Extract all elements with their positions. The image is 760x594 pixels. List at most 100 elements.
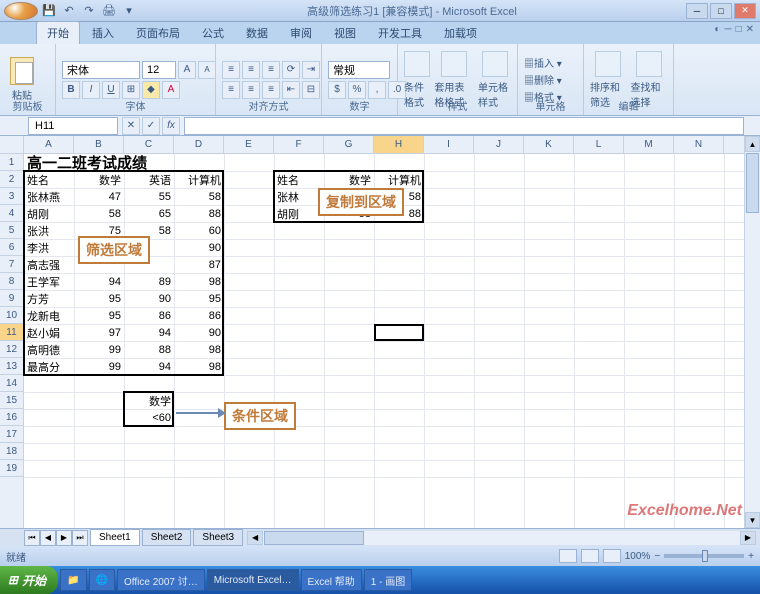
col-M[interactable]: M xyxy=(624,136,674,153)
t1-cell[interactable]: 95 xyxy=(174,290,224,307)
scroll-thumb-v[interactable] xyxy=(746,153,759,213)
t1-cell[interactable]: 高明德 xyxy=(24,341,74,358)
scroll-down[interactable]: ▼ xyxy=(745,512,760,528)
sheet-tab-2[interactable]: Sheet2 xyxy=(142,529,192,546)
tab-next[interactable]: ▶ xyxy=(56,530,72,546)
row-headers[interactable]: 12345678910111213141516171819 xyxy=(0,154,24,528)
row-4[interactable]: 4 xyxy=(0,205,23,222)
t1-cell[interactable]: 龙新电 xyxy=(24,307,74,324)
row-1[interactable]: 1 xyxy=(0,154,23,171)
t1-cell[interactable]: 87 xyxy=(174,256,224,273)
col-J[interactable]: J xyxy=(474,136,524,153)
t1-cell[interactable]: 58 xyxy=(74,205,124,222)
col-G[interactable]: G xyxy=(324,136,374,153)
criteria-hdr[interactable]: 数学 xyxy=(124,392,174,409)
font-size-combo[interactable]: 12 xyxy=(142,61,176,79)
tab-developer[interactable]: 开发工具 xyxy=(368,22,432,44)
help-icon[interactable]: ◐ xyxy=(714,24,720,35)
border-button[interactable]: ⊞ xyxy=(122,81,140,99)
fx-icon[interactable]: fx xyxy=(162,117,180,135)
qat-save[interactable]: 💾 xyxy=(40,2,58,20)
t1-cell[interactable]: 高志强 xyxy=(24,256,74,273)
t1-cell[interactable]: 55 xyxy=(124,188,174,205)
t1-cell[interactable]: 97 xyxy=(74,324,124,341)
cell-grid[interactable]: 高一二班考试成绩 姓名 数学 英语 计算机 张林燕475558胡刚586588张… xyxy=(24,154,744,528)
col-L[interactable]: L xyxy=(574,136,624,153)
indent-dec[interactable]: ⇤ xyxy=(282,81,300,99)
delete-cells[interactable]: ▦删除 ▾ xyxy=(524,72,562,87)
scroll-up[interactable]: ▲ xyxy=(745,136,760,152)
t1-cell[interactable]: 李洪 xyxy=(24,239,74,256)
row-7[interactable]: 7 xyxy=(0,256,23,273)
t1-cell[interactable]: 90 xyxy=(124,290,174,307)
col-H[interactable]: H xyxy=(374,136,424,153)
row-9[interactable]: 9 xyxy=(0,290,23,307)
t1-cell[interactable]: 张洪 xyxy=(24,222,74,239)
tab-data[interactable]: 数据 xyxy=(236,22,278,44)
wrap-text[interactable]: ⇥ xyxy=(302,61,320,79)
task-item-1[interactable]: 🌐 xyxy=(89,569,115,591)
tab-review[interactable]: 审阅 xyxy=(280,22,322,44)
maximize-button[interactable]: □ xyxy=(710,3,732,19)
t1-cell[interactable]: 90 xyxy=(174,324,224,341)
t2-cell[interactable]: 胡刚 xyxy=(274,205,324,222)
t1-cell[interactable]: 胡刚 xyxy=(24,205,74,222)
hdr-math[interactable]: 数学 xyxy=(74,171,124,188)
mdi-close[interactable]: ✕ xyxy=(746,24,754,35)
qat-more[interactable]: ▾ xyxy=(120,2,138,20)
t2-hdr-comp[interactable]: 计算机 xyxy=(374,171,424,188)
t1-cell[interactable]: 89 xyxy=(124,273,174,290)
bold-button[interactable]: B xyxy=(62,81,80,99)
col-F[interactable]: F xyxy=(274,136,324,153)
enter-icon[interactable]: ✓ xyxy=(142,117,160,135)
task-item-5[interactable]: 1 - 画图 xyxy=(364,569,412,591)
hdr-name[interactable]: 姓名 xyxy=(24,171,74,188)
number-format-combo[interactable]: 常规 xyxy=(328,61,390,79)
row-16[interactable]: 16 xyxy=(0,409,23,426)
align-right[interactable]: ≡ xyxy=(262,81,280,99)
t1-cell[interactable]: 86 xyxy=(124,307,174,324)
row-2[interactable]: 2 xyxy=(0,171,23,188)
sheet-tab-1[interactable]: Sheet1 xyxy=(90,529,140,546)
t2-hdr-name[interactable]: 姓名 xyxy=(274,171,324,188)
scroll-left[interactable]: ◀ xyxy=(247,531,263,545)
comma[interactable]: , xyxy=(368,81,386,99)
t1-cell[interactable]: 95 xyxy=(74,307,124,324)
t1-cell[interactable]: 方芳 xyxy=(24,290,74,307)
start-button[interactable]: ⊞ 开始 xyxy=(0,566,58,594)
task-item-2[interactable]: Office 2007 讨… xyxy=(117,569,205,591)
paste-button[interactable]: 粘贴 xyxy=(6,57,38,102)
hdr-eng[interactable]: 英语 xyxy=(124,171,174,188)
tab-formulas[interactable]: 公式 xyxy=(192,22,234,44)
t1-cell[interactable]: 98 xyxy=(174,273,224,290)
cancel-icon[interactable]: ✕ xyxy=(122,117,140,135)
t1-cell[interactable]: 赵小娟 xyxy=(24,324,74,341)
t1-cell[interactable]: 86 xyxy=(174,307,224,324)
t1-cell[interactable]: 60 xyxy=(174,222,224,239)
t2-cell[interactable]: 张林 xyxy=(274,188,324,205)
col-E[interactable]: E xyxy=(224,136,274,153)
fill-color[interactable]: ◆ xyxy=(142,81,160,99)
italic-button[interactable]: I xyxy=(82,81,100,99)
minimize-button[interactable]: ─ xyxy=(686,3,708,19)
view-break[interactable] xyxy=(603,549,621,563)
criteria-val[interactable]: <60 xyxy=(124,409,174,426)
formula-input[interactable] xyxy=(184,117,744,135)
underline-button[interactable]: U xyxy=(102,81,120,99)
t1-cell[interactable]: 99 xyxy=(74,341,124,358)
row-13[interactable]: 13 xyxy=(0,358,23,375)
row-14[interactable]: 14 xyxy=(0,375,23,392)
col-K[interactable]: K xyxy=(524,136,574,153)
col-C[interactable]: C xyxy=(124,136,174,153)
t2-hdr-math[interactable]: 数学 xyxy=(324,171,374,188)
col-D[interactable]: D xyxy=(174,136,224,153)
t1-cell[interactable]: 65 xyxy=(124,205,174,222)
t1-cell[interactable]: 95 xyxy=(74,290,124,307)
row-12[interactable]: 12 xyxy=(0,341,23,358)
col-N[interactable]: N xyxy=(674,136,724,153)
t1-cell[interactable]: 张林燕 xyxy=(24,188,74,205)
percent[interactable]: % xyxy=(348,81,366,99)
horizontal-scrollbar[interactable]: ◀ ▶ xyxy=(247,531,756,545)
orientation[interactable]: ⟳ xyxy=(282,61,300,79)
grow-font[interactable]: A xyxy=(178,61,196,79)
